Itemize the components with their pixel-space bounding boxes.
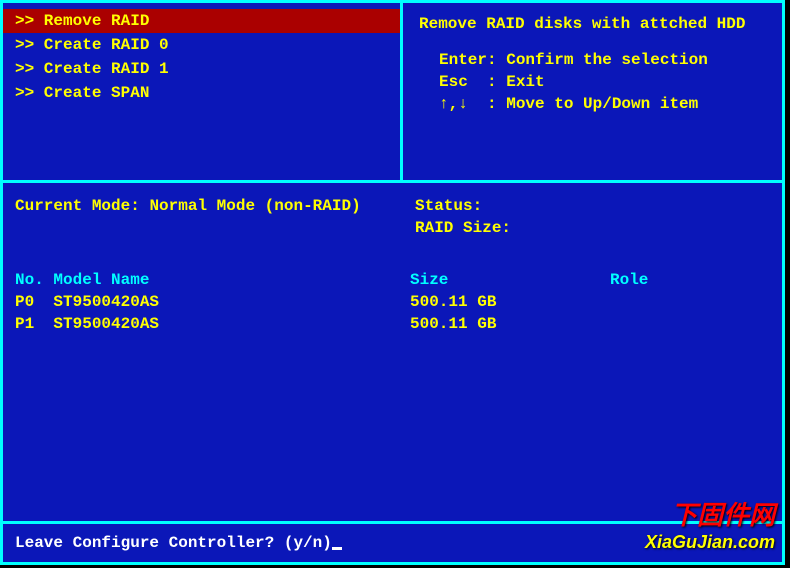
help-enter-key: Enter: Confirm the selection	[419, 51, 766, 69]
disk-no-model: P1 ST9500420AS	[15, 315, 410, 333]
watermark-text-1: 下固件网	[645, 495, 775, 532]
mode-status-row: Current Mode: Normal Mode (non-RAID) Sta…	[15, 197, 770, 241]
menu-item-create-raid-1[interactable]: >> Create RAID 1	[3, 57, 400, 81]
mode-label: Current Mode:	[15, 197, 140, 215]
header-no-model: No. Model Name	[15, 271, 410, 289]
help-description: Remove RAID disks with attched HDD	[419, 15, 766, 33]
disk-no-model: P0 ST9500420AS	[15, 293, 410, 311]
current-mode: Current Mode: Normal Mode (non-RAID)	[15, 197, 415, 241]
status-block: Status: RAID Size:	[415, 197, 770, 241]
disk-size: 500.11 GB	[410, 315, 610, 333]
prompt-text: Leave Configure Controller? (y/n)	[15, 534, 332, 552]
menu-item-create-raid-0[interactable]: >> Create RAID 0	[3, 33, 400, 57]
disk-model: ST9500420AS	[53, 315, 159, 333]
disk-no: P1	[15, 315, 34, 333]
menu-item-create-span[interactable]: >> Create SPAN	[3, 81, 400, 105]
disk-info-section: Current Mode: Normal Mode (non-RAID) Sta…	[3, 183, 782, 524]
disk-role	[610, 315, 770, 333]
disk-no: P0	[15, 293, 34, 311]
help-esc-key: Esc : Exit	[419, 73, 766, 91]
bios-raid-config-screen: >> Remove RAID >> Create RAID 0 >> Creat…	[0, 0, 785, 565]
raid-size-label: RAID Size:	[415, 219, 770, 237]
status-label: Status:	[415, 197, 770, 215]
disk-size: 500.11 GB	[410, 293, 610, 311]
table-row: P0 ST9500420AS 500.11 GB	[15, 293, 770, 311]
watermark: 下固件网 XiaGuJian.com	[645, 495, 775, 553]
disk-table-header: No. Model Name Size Role	[15, 271, 770, 289]
table-row: P1 ST9500420AS 500.11 GB	[15, 315, 770, 333]
header-size: Size	[410, 271, 610, 289]
menu-panel: >> Remove RAID >> Create RAID 0 >> Creat…	[3, 3, 403, 180]
cursor-icon	[332, 547, 342, 550]
help-arrow-keys: ↑,↓ : Move to Up/Down item	[419, 95, 766, 113]
top-section: >> Remove RAID >> Create RAID 0 >> Creat…	[3, 3, 782, 183]
watermark-text-2: XiaGuJian.com	[645, 532, 775, 553]
mode-value: Normal Mode (non-RAID)	[149, 197, 360, 215]
disk-role	[610, 293, 770, 311]
menu-item-remove-raid[interactable]: >> Remove RAID	[3, 9, 400, 33]
disk-model: ST9500420AS	[53, 293, 159, 311]
header-role: Role	[610, 271, 770, 289]
help-panel: Remove RAID disks with attched HDD Enter…	[403, 3, 782, 180]
